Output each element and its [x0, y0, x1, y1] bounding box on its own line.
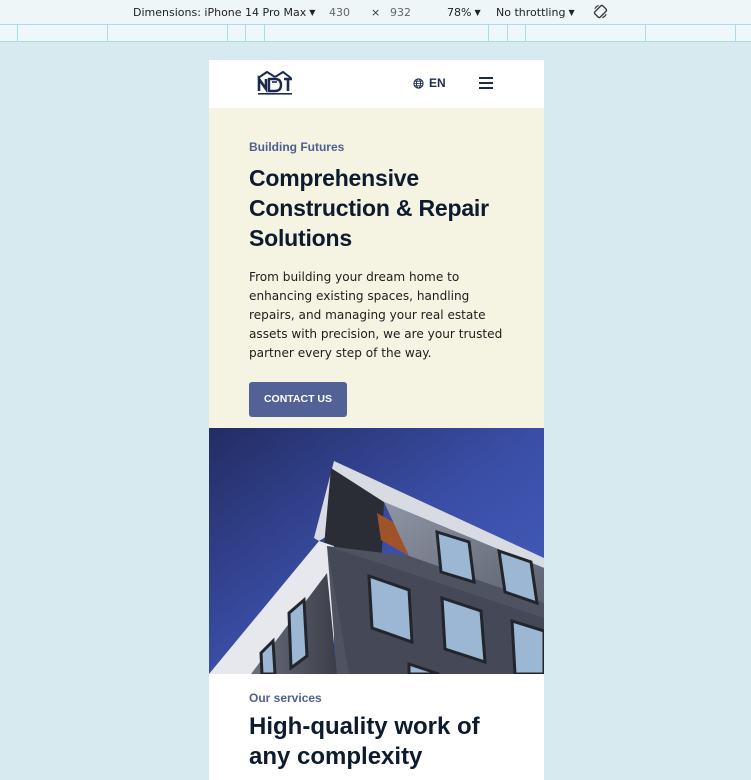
device-viewport: EN Building Futures Comprehensive Constr… — [209, 60, 544, 780]
dropdown-caret-icon: ▼ — [568, 8, 575, 17]
hero-eyebrow: Building Futures — [249, 140, 345, 154]
globe-icon — [413, 77, 424, 89]
services-title: High-quality work of any complexity — [249, 713, 480, 770]
media-query-ruler — [0, 25, 751, 42]
services-eyebrow: Our services — [249, 691, 322, 705]
hero-title: Comprehensive Construction & Repair Solu… — [249, 165, 489, 251]
language-switcher[interactable]: EN — [413, 76, 446, 90]
dimension-separator: × — [371, 6, 381, 19]
language-label: EN — [429, 76, 446, 90]
menu-icon — [479, 77, 493, 79]
hero-section: Building Futures Comprehensive Construct… — [209, 108, 544, 428]
hero-description: From building your dream home to enhanci… — [249, 270, 503, 360]
device-dimensions-select[interactable]: Dimensions: iPhone 14 Pro Max ▼ — [133, 6, 315, 19]
viewport-height-input[interactable]: 932 — [390, 6, 411, 19]
contact-us-button[interactable]: CONTACT US — [249, 382, 347, 417]
rotate-device-button[interactable] — [593, 4, 608, 22]
company-logo[interactable] — [255, 69, 295, 97]
devtools-toolbar: Dimensions: iPhone 14 Pro Max ▼ 430 × 932… — [0, 0, 751, 25]
building-photo — [209, 428, 544, 674]
throttling-select[interactable]: No throttling ▼ — [496, 6, 575, 19]
dropdown-caret-icon: ▼ — [309, 8, 316, 17]
services-section: Our services High-quality work of any co… — [209, 674, 544, 772]
viewport-width-input[interactable]: 430 — [329, 6, 350, 19]
rotate-icon — [593, 4, 608, 19]
dropdown-caret-icon: ▼ — [474, 8, 481, 17]
zoom-select[interactable]: 78% ▼ — [447, 6, 481, 19]
site-header: EN — [209, 60, 544, 108]
hamburger-menu-button[interactable] — [479, 77, 493, 89]
